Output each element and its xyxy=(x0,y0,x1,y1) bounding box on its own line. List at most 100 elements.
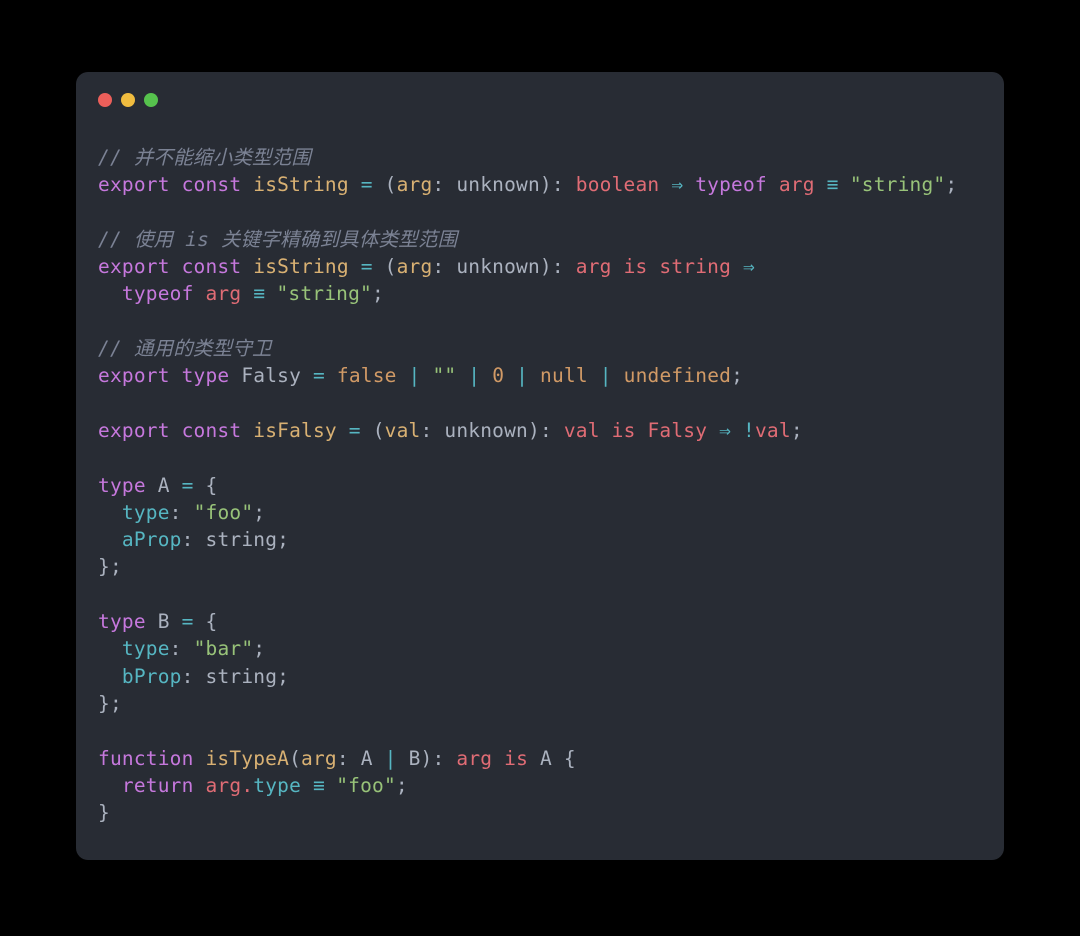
punct-semicolon: ; xyxy=(395,773,408,797)
punct-colon: : xyxy=(181,664,194,688)
type-a: A xyxy=(540,746,552,770)
code-line: // 并不能缩小类型范围 xyxy=(98,144,978,171)
operator-union: | xyxy=(468,364,481,388)
traffic-lights xyxy=(98,93,158,107)
code-line: }; xyxy=(98,553,978,580)
keyword-const: const xyxy=(181,255,242,279)
string-bar: "bar" xyxy=(193,637,254,661)
code-line: } xyxy=(98,799,978,826)
punct-rbrace: } xyxy=(98,555,110,579)
string-foo: "foo" xyxy=(193,500,254,524)
type-string: string xyxy=(205,664,278,688)
punct-colon: : xyxy=(432,255,445,279)
maximize-button[interactable] xyxy=(144,93,158,107)
string-empty: "" xyxy=(432,364,457,388)
punct-colon: : xyxy=(432,173,445,197)
keyword-export: export xyxy=(98,255,170,279)
type-falsy: Falsy xyxy=(647,418,708,442)
punct-lbrace: { xyxy=(563,746,576,770)
const-zero: 0 xyxy=(492,364,505,388)
operator-assign: = xyxy=(181,610,194,634)
operator-union: | xyxy=(408,364,421,388)
predicate-arg: arg xyxy=(456,746,493,770)
param-name: arg xyxy=(396,173,433,197)
string-literal: "string" xyxy=(849,173,946,197)
code-line: type: "foo"; xyxy=(98,499,978,526)
predicate-arg: arg xyxy=(575,255,612,279)
type-falsy: Falsy xyxy=(241,364,302,388)
variable-arg: arg xyxy=(205,282,242,306)
punct-colon: : xyxy=(336,746,349,770)
property-type: type xyxy=(121,500,170,524)
keyword-type: type xyxy=(98,473,146,497)
punct-colon: : xyxy=(420,418,433,442)
comment-token: // 使用 is 关键字精确到具体类型范围 xyxy=(98,227,458,251)
code-block[interactable]: // 并不能缩小类型范围 export const isString = (arg… xyxy=(98,144,978,826)
predicate-val: val xyxy=(563,418,600,442)
operator-union: | xyxy=(599,364,612,388)
code-line: // 通用的类型守卫 xyxy=(98,335,978,362)
screenshot-stage: // 并不能缩小类型范围 export const isString = (arg… xyxy=(0,0,1080,936)
window-titlebar xyxy=(76,72,1004,128)
code-line: type A = { xyxy=(98,472,978,499)
const-null: null xyxy=(540,364,588,388)
property-type: type xyxy=(253,773,302,797)
string-literal: "string" xyxy=(276,282,372,306)
punct-lparen: ( xyxy=(384,255,397,279)
const-false: false xyxy=(336,364,397,388)
function-name: isString xyxy=(253,173,349,197)
code-line: export const isString = (arg: unknown): … xyxy=(98,253,978,280)
variable-arg: arg xyxy=(778,173,815,197)
keyword-function: function xyxy=(98,746,194,770)
code-line: aProp: string; xyxy=(98,526,978,553)
param-name: arg xyxy=(301,746,337,770)
punct-colon: : xyxy=(181,528,194,552)
keyword-is: is xyxy=(623,255,648,279)
code-line: // 使用 is 关键字精确到具体类型范围 xyxy=(98,226,978,253)
operator-strict-equals: ≡ xyxy=(253,282,265,306)
operator-assign: = xyxy=(181,473,194,497)
keyword-const: const xyxy=(181,418,242,442)
const-undefined: undefined xyxy=(623,364,732,388)
code-snippet-window: // 并不能缩小类型范围 export const isString = (arg… xyxy=(76,72,1004,860)
param-name: arg xyxy=(396,255,433,279)
property-bprop: bProp xyxy=(121,664,182,688)
punct-semicolon: ; xyxy=(253,637,266,661)
keyword-type: type xyxy=(98,610,146,634)
punct-colon: : xyxy=(551,173,564,197)
code-line: export const isString = (arg: unknown): … xyxy=(98,171,978,198)
punct-semicolon: ; xyxy=(253,500,266,524)
punct-dot: . xyxy=(241,773,254,797)
punct-semicolon: ; xyxy=(277,528,290,552)
keyword-const: const xyxy=(181,173,242,197)
close-button[interactable] xyxy=(98,93,112,107)
punct-colon: : xyxy=(551,255,564,279)
comment-token: // 通用的类型守卫 xyxy=(98,337,272,361)
punct-semicolon: ; xyxy=(277,664,290,688)
punct-semicolon: ; xyxy=(109,555,122,579)
punct-colon: : xyxy=(169,637,182,661)
string-foo: "foo" xyxy=(336,773,396,797)
keyword-export: export xyxy=(98,364,170,388)
punct-semicolon: ; xyxy=(731,364,744,388)
function-name: isString xyxy=(253,255,349,279)
type-unknown: unknown xyxy=(444,418,528,442)
operator-assign: = xyxy=(348,418,361,442)
code-line: bProp: string; xyxy=(98,663,978,690)
code-line: function isTypeA(arg: A | B): arg is A { xyxy=(98,745,978,772)
punct-colon: : xyxy=(539,418,552,442)
punct-lbrace: { xyxy=(205,473,218,497)
code-line: type: "bar"; xyxy=(98,635,978,662)
punct-lbrace: { xyxy=(205,610,218,634)
keyword-typeof: typeof xyxy=(695,173,767,197)
operator-strict-equals: ≡ xyxy=(312,773,325,797)
type-a: A xyxy=(157,473,170,497)
punct-rparen: ) xyxy=(527,418,540,442)
punct-semicolon: ; xyxy=(790,418,803,442)
type-unknown: unknown xyxy=(456,255,540,279)
keyword-type: type xyxy=(181,364,230,388)
code-line: export const isFalsy = (val: unknown): v… xyxy=(98,417,978,444)
operator-arrow: ⇒ xyxy=(671,173,684,197)
minimize-button[interactable] xyxy=(121,93,135,107)
